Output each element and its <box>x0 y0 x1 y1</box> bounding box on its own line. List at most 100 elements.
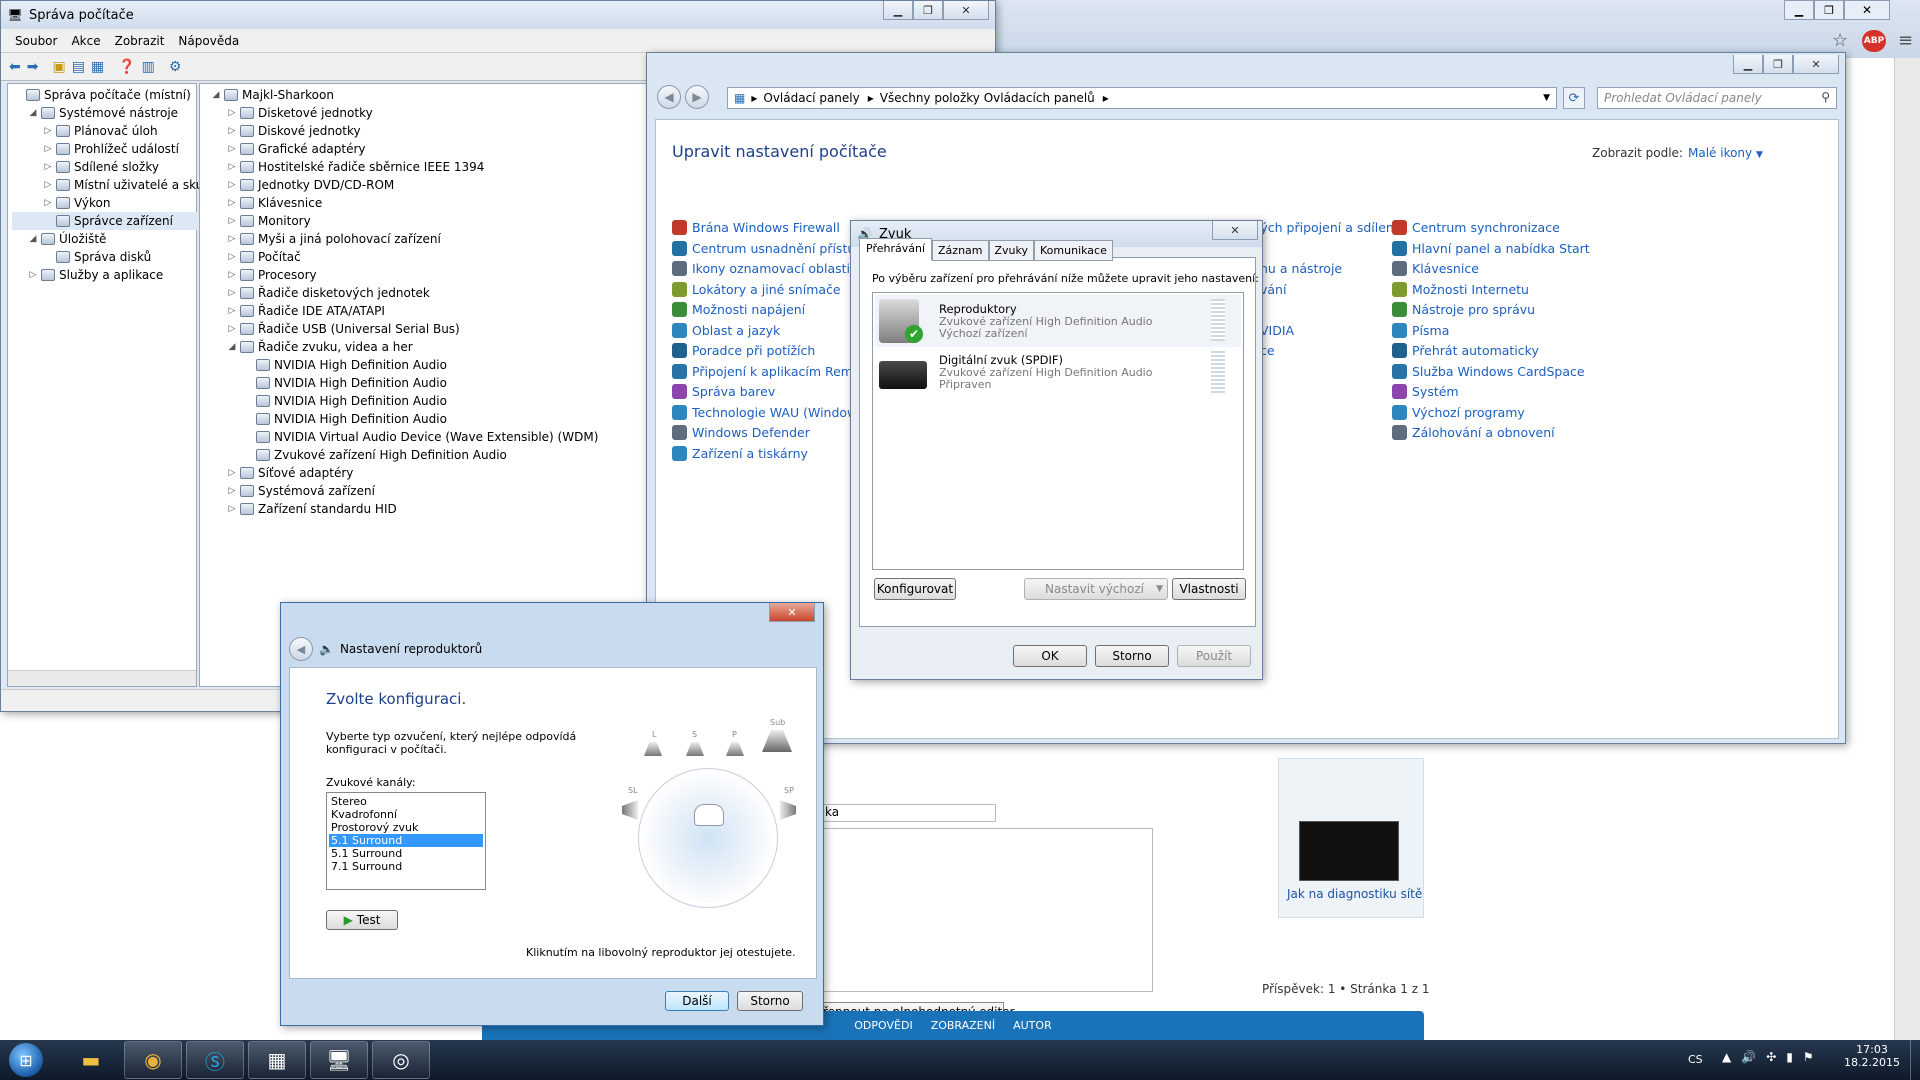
adblock-icon[interactable]: ABP <box>1862 30 1886 52</box>
tab-playback[interactable]: Přehrávání <box>859 238 933 260</box>
tree-item[interactable]: ▷ Disketové jednotky <box>210 104 598 122</box>
tree-item[interactable]: Správce zařízení <box>12 212 215 230</box>
tree-item[interactable]: ◢ Systémové nástroje <box>12 104 214 122</box>
minimize-icon[interactable]: ▁ <box>883 1 913 20</box>
device-speakers[interactable]: ✔ Reproduktory Zvukové zařízení High Def… <box>875 295 1241 347</box>
tree-item[interactable]: ▷ Zařízení standardu HID <box>210 500 598 518</box>
sound-taskbar-icon[interactable]: ◎ <box>372 1041 430 1079</box>
speaker-surround-right-icon[interactable] <box>780 800 796 820</box>
breadcrumb-control-panel[interactable]: Ovládací panely <box>763 91 859 105</box>
tree-item[interactable]: NVIDIA High Definition Audio <box>210 410 598 428</box>
nav-tab-author[interactable]: AUTOR <box>1013 1019 1052 1032</box>
nav-tab-replies[interactable]: ODPOVĚDI <box>854 1019 912 1032</box>
cp-item[interactable]: Systém <box>1392 384 1459 399</box>
tree-item[interactable]: NVIDIA High Definition Audio <box>210 374 598 392</box>
back-arrow-icon[interactable]: ◀ <box>289 637 313 661</box>
cancel-button[interactable]: Storno <box>1095 645 1169 667</box>
cp-item[interactable]: Centrum usnadnění přístupu <box>672 240 871 256</box>
close-icon[interactable]: ✕ <box>1793 55 1839 74</box>
configure-button[interactable]: Konfigurovat <box>874 578 956 600</box>
cp-item[interactable]: Klávesnice <box>1392 261 1479 276</box>
cp-address-bar[interactable]: ▦ ▸ Ovládací panely ▸ Všechny položky Ov… <box>727 87 1557 109</box>
computer-management-taskbar-icon[interactable]: 🖥 <box>310 1041 368 1079</box>
expand-arrow-icon[interactable]: ▷ <box>226 104 238 122</box>
close-icon[interactable]: ✕ <box>769 603 815 622</box>
expand-arrow-icon[interactable]: ▷ <box>226 482 238 500</box>
collapse-arrow-icon[interactable]: ◢ <box>27 230 39 248</box>
speaker-center-icon[interactable] <box>686 742 704 756</box>
expand-arrow-icon[interactable]: ▷ <box>226 230 238 248</box>
expand-arrow-icon[interactable]: ▷ <box>226 302 238 320</box>
device-spdif[interactable]: Digitální zvuk (SPDIF) Zvukové zařízení … <box>875 351 1241 403</box>
cp-item[interactable]: Poradce při potížích <box>672 343 815 358</box>
cp-item[interactable]: VIDIA <box>1260 323 1294 338</box>
tree-item[interactable]: ◢ Majkl-Sharkoon <box>210 86 598 104</box>
tree-item[interactable]: Zvukové zařízení High Definition Audio <box>210 446 598 464</box>
cp-item[interactable]: Hlavní panel a nabídka Start <box>1392 240 1590 256</box>
tab-sounds[interactable]: Zvuky <box>988 240 1035 261</box>
tree-item[interactable]: ▷ Počítač <box>210 248 598 266</box>
expand-arrow-icon[interactable]: ▷ <box>226 464 238 482</box>
channels-listbox[interactable]: Stereo Kvadrofonní Prostorový zvuk 5.1 Surr… <box>326 792 486 890</box>
cp-item[interactable]: Centrum synchronizace <box>1392 220 1560 235</box>
tree-item[interactable]: ▷ Klávesnice <box>210 194 598 212</box>
properties-icon[interactable]: ▦ <box>91 59 104 75</box>
maximize-icon[interactable]: ❐ <box>1763 55 1793 74</box>
expand-arrow-icon[interactable]: ▷ <box>226 140 238 158</box>
tree-item[interactable]: ◢ Řadiče zvuku, videa a her <box>210 338 598 356</box>
tree-item[interactable]: ▷ Řadiče IDE ATA/ATAPI <box>210 302 598 320</box>
expand-arrow-icon[interactable]: ▷ <box>27 266 39 284</box>
speaker-right-icon[interactable] <box>726 742 744 756</box>
breadcrumb-all-items[interactable]: Všechny položky Ovládacích panelů <box>880 91 1095 105</box>
speaker-surround-left-icon[interactable] <box>622 800 638 820</box>
cp-item[interactable]: Zařízení a tiskárny <box>672 445 808 461</box>
tree-item[interactable]: NVIDIA High Definition Audio <box>210 392 598 410</box>
refresh-icon[interactable]: ⟳ <box>1563 87 1585 109</box>
help-icon[interactable]: ❓ <box>118 59 135 75</box>
tree-item[interactable]: ▷ Procesory <box>210 266 598 284</box>
menu-action[interactable]: Akce <box>64 34 107 48</box>
control-panel-taskbar-icon[interactable]: ▦ <box>248 1041 306 1079</box>
tab-communications[interactable]: Komunikace <box>1034 240 1113 261</box>
expand-arrow-icon[interactable]: ▷ <box>226 320 238 338</box>
chrome-icon[interactable]: ◉ <box>124 1041 182 1079</box>
network-icon[interactable]: ▮ <box>1786 1050 1793 1064</box>
cancel-button[interactable]: Storno <box>737 991 803 1011</box>
start-button[interactable]: ⊞ <box>0 1040 52 1080</box>
collapse-arrow-icon[interactable]: ◢ <box>27 104 39 122</box>
channel-option[interactable]: 5.1 Surround <box>329 847 483 860</box>
tree-item[interactable]: ▷ Monitory <box>210 212 598 230</box>
collapse-arrow-icon[interactable]: ◢ <box>210 86 222 104</box>
speaker-left-icon[interactable] <box>644 742 662 756</box>
expand-arrow-icon[interactable]: ▷ <box>42 140 54 158</box>
tree-item[interactable]: ▷ Plánovač úloh <box>12 122 214 140</box>
show-desktop-button[interactable] <box>1910 1040 1920 1080</box>
explorer-icon[interactable]: ▬ <box>62 1041 120 1079</box>
cp-item[interactable]: Brána Windows Firewall <box>672 220 840 235</box>
expand-arrow-icon[interactable]: ▷ <box>226 194 238 212</box>
view-icon[interactable]: ▥ <box>142 59 155 75</box>
expand-arrow-icon[interactable]: ▷ <box>226 266 238 284</box>
cp-item[interactable]: Výchozí programy <box>1392 404 1525 420</box>
skype-icon[interactable]: Ⓢ <box>186 1041 244 1079</box>
tree-item[interactable]: ▷ Grafické adaptéry <box>210 140 598 158</box>
ok-button[interactable]: OK <box>1013 645 1087 667</box>
tree-item[interactable]: ▷ Systémová zařízení <box>210 482 598 500</box>
tray-arrow-icon[interactable]: ▲ <box>1722 1050 1731 1064</box>
tree-item[interactable]: ▷ Diskové jednotky <box>210 122 598 140</box>
menu-icon[interactable]: ≡ <box>1898 30 1913 51</box>
channel-option[interactable]: 7.1 Surround <box>329 860 483 873</box>
expand-arrow-icon[interactable]: ▷ <box>226 284 238 302</box>
tree-item[interactable]: ◢ Úložiště <box>12 230 214 248</box>
expand-arrow-icon[interactable]: ▷ <box>42 194 54 212</box>
back-arrow-icon[interactable]: ⬅ <box>9 59 21 75</box>
tree-item[interactable]: Správa disků <box>12 248 214 266</box>
minimize-icon[interactable]: ▁ <box>1733 55 1763 74</box>
tree-item[interactable]: ▷ Hostitelské řadiče sběrnice IEEE 1394 <box>210 158 598 176</box>
properties-button[interactable]: Vlastnosti <box>1172 578 1246 600</box>
message-textarea[interactable] <box>820 828 1153 992</box>
cp-item[interactable]: vání <box>1260 282 1286 297</box>
left-pane-scrollbar[interactable] <box>8 670 196 686</box>
expand-arrow-icon[interactable]: ▷ <box>226 248 238 266</box>
tree-item[interactable]: Správa počítače (místní) <box>12 86 214 104</box>
